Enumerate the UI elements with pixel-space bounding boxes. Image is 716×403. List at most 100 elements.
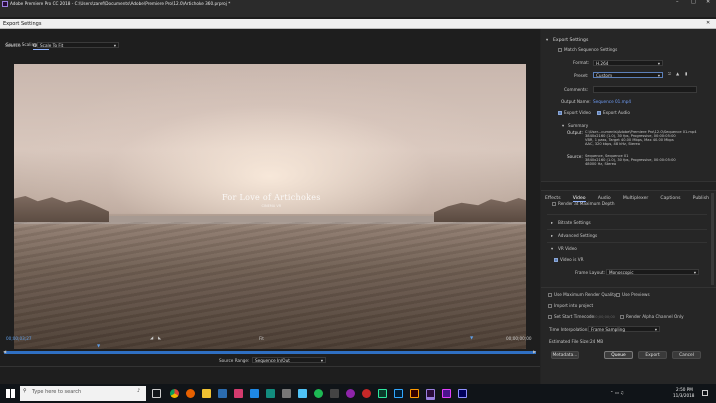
fit-dropdown[interactable]: Fit xyxy=(259,336,264,342)
dialog-close-icon[interactable]: ✕ xyxy=(706,20,710,27)
source-range-dropdown[interactable]: Sequence In/Out ▾ xyxy=(252,357,326,363)
preset-label: Preset: xyxy=(574,73,589,78)
settings-scrollbar[interactable] xyxy=(711,193,714,285)
mail-icon[interactable] xyxy=(250,389,259,398)
range-start-handle[interactable]: ◀ xyxy=(3,349,6,355)
taskbar-search-box[interactable]: ⚲ Type here to search ♪ xyxy=(20,386,146,401)
video-is-vr-row[interactable]: Video is VR xyxy=(554,257,584,263)
use-previews-checkbox[interactable] xyxy=(616,293,620,297)
match-sequence-checkbox[interactable] xyxy=(558,48,562,52)
use-max-render-row[interactable]: Use Maximum Render Quality xyxy=(548,292,616,298)
chrome-icon[interactable] xyxy=(170,389,179,398)
export-audio-checkbox[interactable] xyxy=(597,111,601,115)
range-end-handle[interactable]: ▶ xyxy=(533,349,536,355)
frame-layout-dropdown[interactable]: Monoscopic ▾ xyxy=(606,269,699,275)
export-audio-row[interactable]: Export Audio xyxy=(597,110,630,116)
tab-multiplexer[interactable]: Multiplexer xyxy=(623,196,648,201)
summary-collapse-icon[interactable]: ▾ xyxy=(562,123,564,129)
match-sequence-row[interactable]: Match Sequence Settings xyxy=(558,47,617,53)
format-dropdown[interactable]: H.264 ▾ xyxy=(593,60,663,66)
watermark-subtitle: CINEMA VR xyxy=(261,204,282,208)
chevron-down-icon: ▾ xyxy=(657,73,660,78)
video-is-vr-checkbox[interactable] xyxy=(554,258,558,262)
app-icon-purple[interactable] xyxy=(442,389,451,398)
advanced-expand-icon[interactable]: ▸ xyxy=(551,233,553,239)
source-scaling-value: Scale To Fit xyxy=(40,43,64,48)
system-tray-icons[interactable]: ⌃ ▭ ♫ xyxy=(610,390,624,396)
export-video-row[interactable]: Export Video xyxy=(558,110,591,116)
save-preset-icon[interactable]: ⎋ xyxy=(668,71,671,77)
media-encoder-icon[interactable] xyxy=(458,389,467,398)
comments-field[interactable] xyxy=(593,86,697,93)
collapse-icon[interactable]: ▾ xyxy=(546,37,548,43)
maximize-icon[interactable]: □ xyxy=(691,0,696,6)
current-timecode[interactable]: 00;00;03;27 xyxy=(6,336,32,342)
app-icon-dark[interactable] xyxy=(330,389,339,398)
set-start-timecode-row[interactable]: Set Start Timecode xyxy=(548,314,595,320)
illustrator-icon[interactable] xyxy=(410,389,419,398)
cancel-button[interactable]: Cancel xyxy=(672,351,701,359)
task-view-icon[interactable] xyxy=(152,389,161,398)
firefox-icon[interactable] xyxy=(186,389,195,398)
mark-out-icon[interactable]: ◣ xyxy=(158,335,161,341)
queue-button[interactable]: Queue xyxy=(604,351,633,359)
set-start-timecode-checkbox[interactable] xyxy=(548,315,552,319)
app-icon-pink[interactable] xyxy=(234,389,243,398)
export-button[interactable]: Export xyxy=(638,351,667,359)
time-interp-dropdown[interactable]: Frame Sampling ▾ xyxy=(588,326,660,332)
spotify-icon[interactable] xyxy=(314,389,323,398)
minimize-icon[interactable]: – xyxy=(676,0,679,6)
import-preset-icon[interactable]: ▲ xyxy=(676,71,679,77)
set-start-timecode-label: Set Start Timecode xyxy=(554,314,595,319)
timeline-track[interactable] xyxy=(4,351,536,354)
app-icon-teal[interactable] xyxy=(266,389,275,398)
render-alpha-row[interactable]: Render Alpha Channel Only xyxy=(620,314,684,320)
import-into-project-row[interactable]: Import into project xyxy=(548,303,593,309)
export-video-checkbox[interactable] xyxy=(558,111,562,115)
bitrate-expand-icon[interactable]: ▸ xyxy=(551,220,553,226)
microphone-icon[interactable]: ♪ xyxy=(137,388,140,395)
start-timecode-value[interactable]: 00;00;00;00 xyxy=(593,315,615,320)
source-scaling-dropdown[interactable]: Scale To Fit ▾ xyxy=(37,42,119,48)
metadata-button[interactable]: Metadata... xyxy=(551,351,579,359)
app-icon-red[interactable] xyxy=(362,389,371,398)
delete-preset-icon[interactable]: ▮ xyxy=(685,71,687,77)
app-icon-blue[interactable] xyxy=(218,389,227,398)
app-icon-magenta[interactable] xyxy=(346,389,355,398)
audition-icon[interactable] xyxy=(378,389,387,398)
filter-icon[interactable]: ▼ xyxy=(470,335,473,341)
advanced-settings-header[interactable]: Advanced Settings xyxy=(558,233,597,239)
preset-value: Custom xyxy=(596,73,613,78)
preview-bottom-divider xyxy=(0,366,540,367)
render-alpha-checkbox[interactable] xyxy=(620,315,624,319)
output-name-link[interactable]: Sequence 01.mp4 xyxy=(593,99,631,105)
import-into-project-checkbox[interactable] xyxy=(548,304,552,308)
app-icon-lightblue[interactable] xyxy=(298,389,307,398)
photoshop-icon[interactable] xyxy=(394,389,403,398)
preview-panel: Source Output Source Scaling: Scale To F… xyxy=(0,29,540,384)
bitrate-settings-header[interactable]: Bitrate Settings xyxy=(558,220,591,226)
premiere-taskbar-icon[interactable] xyxy=(426,389,435,398)
export-settings-header: Export Settings xyxy=(553,38,589,43)
preset-dropdown[interactable]: Custom ▾ xyxy=(593,72,663,78)
file-explorer-icon[interactable] xyxy=(202,389,211,398)
video-is-vr-label: Video is VR xyxy=(560,257,584,262)
tab-publish[interactable]: Publish xyxy=(693,196,709,201)
use-max-render-checkbox[interactable] xyxy=(548,293,552,297)
app-icon-gray[interactable] xyxy=(282,389,291,398)
mark-in-icon[interactable]: ◢ xyxy=(150,335,153,341)
use-previews-row[interactable]: Use Previews xyxy=(616,292,650,298)
preview-sand xyxy=(14,222,526,349)
close-icon[interactable]: ✕ xyxy=(706,0,710,6)
playhead-icon[interactable]: ▼ xyxy=(97,343,100,349)
source-range-value: Sequence In/Out xyxy=(255,358,290,363)
render-max-depth-row[interactable]: Render at Maximum Depth xyxy=(552,201,615,207)
windows-start-icon[interactable] xyxy=(6,389,15,398)
vr-video-header[interactable]: VR Video xyxy=(558,246,577,252)
taskbar-time: 2:50 PM xyxy=(676,387,693,392)
vr-collapse-icon[interactable]: ▾ xyxy=(551,246,553,252)
divider xyxy=(547,242,707,243)
render-max-depth-checkbox[interactable] xyxy=(552,202,556,206)
tab-captions[interactable]: Captions xyxy=(660,196,680,201)
notification-icon[interactable] xyxy=(702,390,708,396)
